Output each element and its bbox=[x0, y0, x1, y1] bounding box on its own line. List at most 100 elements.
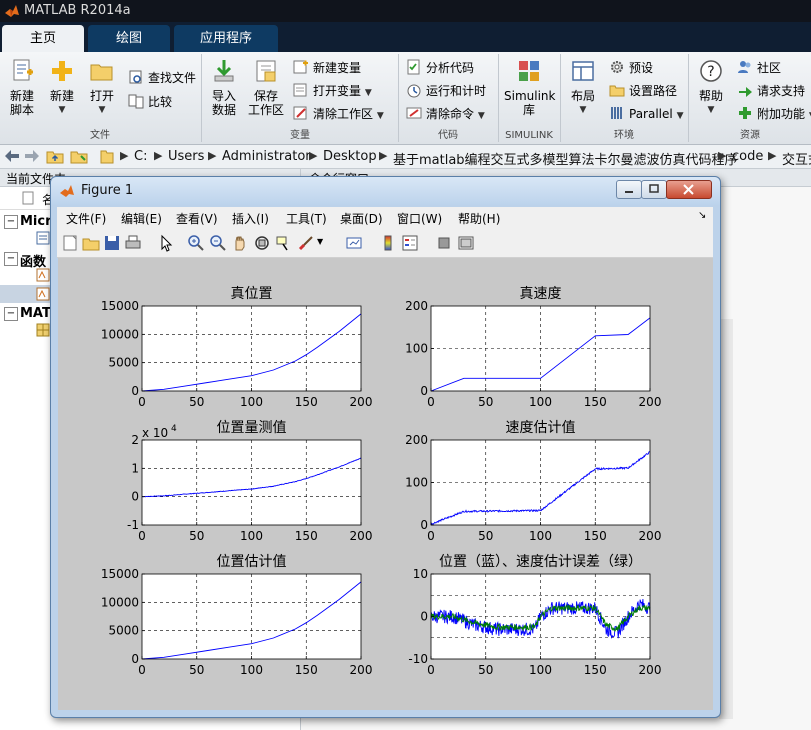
x-tick-label: 50 bbox=[189, 395, 204, 409]
x-tick-label: 50 bbox=[189, 663, 204, 677]
breadcrumb-item[interactable]: C: bbox=[134, 149, 147, 164]
clear-commands-button[interactable]: 清除命令 ▼ bbox=[406, 104, 485, 124]
save-icon[interactable] bbox=[103, 234, 121, 252]
collapse-toggle[interactable]: − bbox=[4, 215, 18, 229]
breadcrumb-separator: ▶ bbox=[120, 149, 129, 162]
scrollbar[interactable] bbox=[719, 319, 733, 719]
breadcrumb-item[interactable]: Desktop bbox=[323, 149, 377, 164]
pan-hand-icon[interactable] bbox=[231, 234, 249, 252]
open-file-icon[interactable] bbox=[82, 234, 100, 252]
addons-button[interactable]: 附加功能 ▼ bbox=[737, 104, 811, 124]
compare-icon bbox=[128, 94, 144, 109]
menu-view[interactable]: 查看(V) bbox=[176, 210, 218, 227]
x-tick-label: 200 bbox=[639, 663, 662, 677]
legend-icon[interactable] bbox=[401, 234, 419, 252]
open-variable-button[interactable]: 打开变量 ▼ bbox=[293, 81, 372, 101]
save-workspace-label: 保存 工作区 bbox=[247, 89, 284, 117]
browse-folder-icon[interactable] bbox=[70, 148, 88, 164]
minimize-button[interactable] bbox=[616, 180, 642, 199]
hide-plot-tools-icon[interactable] bbox=[435, 234, 453, 252]
data-cursor-icon[interactable] bbox=[275, 234, 293, 252]
pointer-arrow-icon[interactable] bbox=[157, 234, 175, 252]
tab-home[interactable]: 主页 bbox=[2, 25, 84, 52]
dock-arrow-icon[interactable]: ↘ bbox=[698, 210, 706, 221]
close-button[interactable] bbox=[666, 180, 712, 199]
compare-button[interactable]: 比较 bbox=[128, 92, 172, 112]
y-tick-label: 0 bbox=[420, 518, 428, 532]
matlab-logo-icon bbox=[60, 185, 74, 197]
menu-insert[interactable]: 插入(I) bbox=[232, 210, 269, 227]
import-data-button[interactable]: 导入 数据 bbox=[205, 58, 243, 117]
breadcrumb-item[interactable]: code bbox=[732, 149, 763, 164]
tab-plots[interactable]: 绘图 bbox=[88, 25, 170, 52]
y-tick-label: 0 bbox=[420, 384, 428, 398]
clear-workspace-button[interactable]: 清除工作区 ▼ bbox=[293, 104, 384, 124]
rotate-3d-icon[interactable] bbox=[253, 234, 271, 252]
file-group-label: 文件 bbox=[90, 130, 110, 141]
find-files-button[interactable]: 查找文件 bbox=[128, 68, 196, 88]
new-figure-icon[interactable] bbox=[61, 234, 79, 252]
y-tick-label: 10000 bbox=[101, 595, 139, 609]
new-variable-button[interactable]: 新建变量 bbox=[293, 58, 361, 78]
chevron-down-icon[interactable]: ▼ bbox=[317, 237, 323, 246]
menu-tools[interactable]: 工具(T) bbox=[286, 210, 327, 227]
addons-plus-icon bbox=[739, 107, 751, 119]
figure-canvas: 0 50 100 150 200 0 5000 10000 15000 真位置 0 50 100 150 2… bbox=[58, 258, 713, 710]
collapse-toggle[interactable]: − bbox=[4, 307, 18, 321]
save-workspace-button[interactable]: 保存 工作区 bbox=[246, 58, 286, 117]
layout-button[interactable]: 布局 ▼ bbox=[566, 58, 600, 117]
menu-desktop[interactable]: 桌面(D) bbox=[340, 210, 383, 227]
menu-file[interactable]: 文件(F) bbox=[66, 210, 106, 227]
new-button[interactable]: 新建 ▼ bbox=[44, 58, 80, 117]
help-button[interactable]: ? 帮助 ▼ bbox=[694, 58, 728, 117]
menu-help[interactable]: 帮助(H) bbox=[458, 210, 500, 227]
x-tick-label: 150 bbox=[295, 529, 318, 543]
forward-arrow-icon[interactable] bbox=[24, 149, 40, 163]
import-data-label: 导入 数据 bbox=[211, 89, 236, 117]
plot-title: 速度估计值 bbox=[506, 420, 576, 436]
variable-group-label: 变量 bbox=[290, 130, 310, 141]
y-tick-label: 200 bbox=[405, 433, 428, 447]
preferences-button[interactable]: 预设 bbox=[609, 58, 653, 78]
run-and-time-button[interactable]: 运行和计时 bbox=[406, 81, 486, 101]
breadcrumb-item[interactable]: Administrator bbox=[222, 149, 311, 164]
y-tick-label: 15000 bbox=[101, 299, 139, 313]
y-tick-label: 0 bbox=[420, 610, 428, 624]
simulink-library-button[interactable]: Simulink 库 bbox=[504, 58, 555, 117]
up-folder-icon[interactable] bbox=[46, 148, 64, 164]
request-support-button[interactable]: 请求支持 bbox=[737, 81, 805, 101]
set-path-button[interactable]: 设置路径 bbox=[609, 81, 677, 101]
breadcrumb-separator: ▶ bbox=[379, 149, 388, 162]
m-file-icon bbox=[36, 287, 50, 301]
matlab-logo-icon bbox=[5, 5, 19, 17]
x-tick-label: 0 bbox=[427, 395, 435, 409]
link-plot-icon[interactable] bbox=[345, 234, 363, 252]
colorbar-icon[interactable] bbox=[379, 234, 397, 252]
collapse-toggle[interactable]: − bbox=[4, 252, 18, 266]
x-tick-label: 150 bbox=[584, 395, 607, 409]
tab-apps[interactable]: 应用程序 bbox=[174, 25, 278, 52]
analyze-code-button[interactable]: 分析代码 bbox=[406, 58, 474, 78]
community-button[interactable]: 社区 bbox=[737, 58, 781, 78]
brush-icon[interactable] bbox=[297, 234, 315, 252]
print-icon[interactable] bbox=[124, 234, 142, 252]
back-arrow-icon[interactable] bbox=[4, 149, 20, 163]
zoom-in-icon[interactable] bbox=[187, 234, 205, 252]
maximize-button[interactable] bbox=[641, 180, 667, 199]
menu-window[interactable]: 窗口(W) bbox=[397, 210, 442, 227]
zoom-out-icon[interactable] bbox=[209, 234, 227, 252]
breadcrumb-item[interactable]: 基于matlab编程交互式多模型算法卡尔曼滤波仿真代码程序 bbox=[393, 149, 738, 168]
code-group-label: 代码 bbox=[438, 130, 458, 141]
chevron-down-icon: ▼ bbox=[58, 105, 66, 115]
parallel-button[interactable]: Parallel ▼ bbox=[609, 104, 683, 124]
breadcrumb-item[interactable]: 交互式 bbox=[782, 149, 811, 168]
open-variable-icon bbox=[293, 83, 307, 97]
x-tick-label: 50 bbox=[478, 529, 493, 543]
breadcrumb-item[interactable]: Users bbox=[168, 149, 204, 164]
show-plot-tools-icon[interactable] bbox=[457, 234, 475, 252]
root-folder-icon[interactable] bbox=[100, 148, 114, 164]
new-script-button[interactable]: 新建 脚本 bbox=[4, 58, 40, 117]
open-button[interactable]: 打开 ▼ bbox=[84, 58, 120, 117]
y-tick-label: -1 bbox=[127, 518, 139, 532]
menu-edit[interactable]: 编辑(E) bbox=[121, 210, 162, 227]
